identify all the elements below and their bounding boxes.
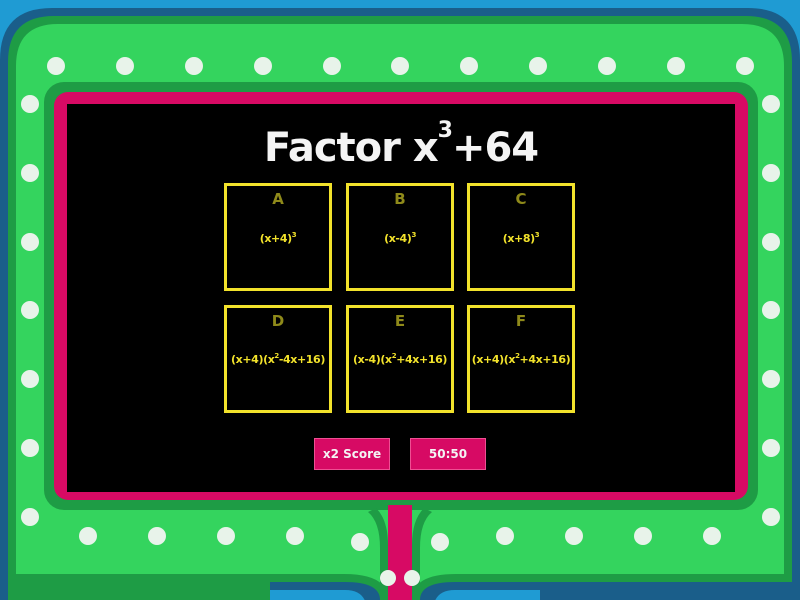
- answer-text: (x+8)3: [502, 231, 540, 245]
- answer-tile-b[interactable]: B (x-4)3: [346, 183, 454, 291]
- answer-letter: C: [515, 190, 527, 208]
- answer-letter: D: [271, 312, 285, 330]
- answer-tile-a[interactable]: A (x+4)3: [224, 183, 332, 291]
- answer-tile-c[interactable]: C (x+8)3: [467, 183, 575, 291]
- answer-text: (x+4)3: [259, 231, 297, 245]
- double-score-button[interactable]: x2 Score: [314, 438, 390, 470]
- answer-letter: A: [272, 190, 284, 208]
- answer-letter: B: [394, 190, 406, 208]
- answer-text: (x+4)(x2+4x+16): [471, 352, 571, 366]
- answer-letter: F: [515, 312, 527, 330]
- answer-tile-e[interactable]: E (x-4)(x2+4x+16): [346, 305, 454, 413]
- answer-text: (x+4)(x2-4x+16): [231, 352, 325, 366]
- question-exponent: 3: [437, 118, 453, 143]
- fifty-fifty-button[interactable]: 50:50: [410, 438, 486, 470]
- question-title: Factor x3+64: [263, 118, 539, 171]
- answer-letter: E: [394, 312, 406, 330]
- answer-tile-f[interactable]: F (x+4)(x2+4x+16): [467, 305, 575, 413]
- answer-text: (x-4)3: [384, 231, 416, 245]
- frame-stem: [388, 505, 412, 600]
- answer-text: (x-4)(x2+4x+16): [353, 352, 447, 366]
- answer-tile-d[interactable]: D (x+4)(x2-4x+16): [224, 305, 332, 413]
